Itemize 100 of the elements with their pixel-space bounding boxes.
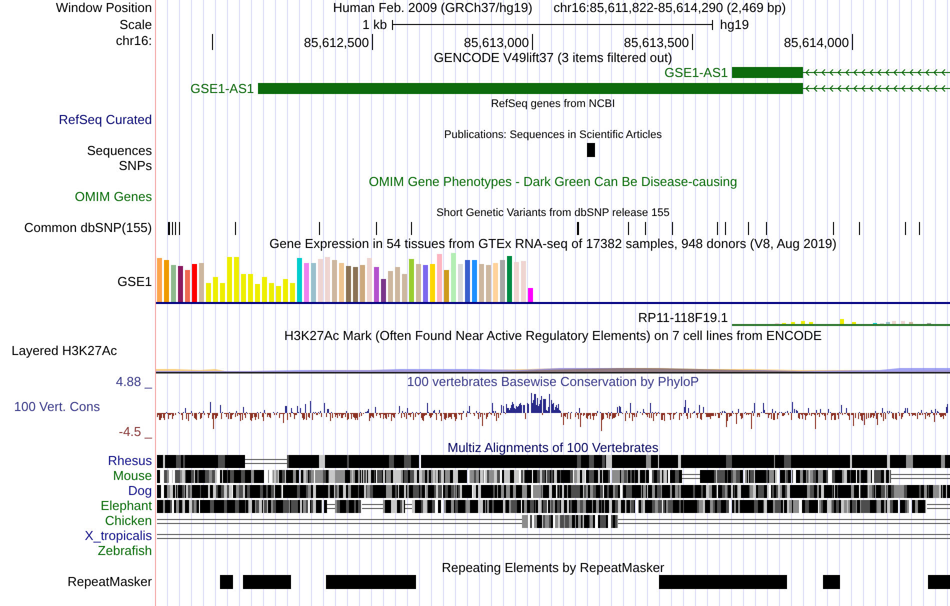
snp-mark[interactable]	[672, 222, 673, 235]
expression-bar[interactable]	[479, 264, 484, 302]
expression-bar[interactable]	[318, 259, 323, 302]
snp-mark[interactable]	[319, 222, 320, 235]
snp-mark[interactable]	[179, 222, 180, 235]
gene-feature[interactable]	[258, 83, 950, 94]
track-label[interactable]: RepeatMasker	[67, 574, 152, 589]
expression-bar[interactable]	[192, 264, 197, 302]
expression-bar[interactable]	[486, 265, 491, 302]
expression-bar[interactable]	[444, 270, 449, 302]
track-label[interactable]: Dog	[128, 483, 152, 498]
track-label[interactable]: 4.88 _	[116, 374, 152, 389]
expression-bar[interactable]	[185, 270, 190, 302]
expression-bar[interactable]	[269, 283, 274, 302]
track-label[interactable]: Rhesus	[108, 453, 152, 468]
expression-bar[interactable]	[164, 260, 169, 302]
snp-mark[interactable]	[833, 222, 834, 235]
snp-mark[interactable]	[645, 222, 646, 235]
snp-mark[interactable]	[168, 222, 170, 235]
snp-mark[interactable]	[725, 222, 726, 235]
track-label[interactable]: Zebrafish	[98, 543, 152, 558]
track-label[interactable]: Sequences	[86, 143, 152, 158]
expression-bar[interactable]	[227, 257, 232, 302]
expression-bar[interactable]	[304, 263, 309, 302]
track-label[interactable]: Mouse	[112, 468, 152, 483]
snp-mark[interactable]	[859, 222, 860, 235]
snp-mark[interactable]	[577, 222, 579, 235]
publication-match-block[interactable]	[587, 143, 595, 157]
track-label[interactable]: Common dbSNP(155)	[24, 220, 152, 235]
expression-bar[interactable]	[290, 283, 295, 302]
expression-bar[interactable]	[521, 261, 526, 302]
expression-bar[interactable]	[360, 265, 365, 302]
repeat-block[interactable]	[928, 575, 950, 589]
expression-bar[interactable]	[472, 260, 477, 302]
repeat-block[interactable]	[220, 575, 233, 589]
expression-bar[interactable]	[325, 257, 330, 302]
expression-bar[interactable]	[346, 266, 351, 302]
expression-bar[interactable]	[374, 267, 379, 302]
snp-mark[interactable]	[717, 222, 718, 235]
track-label[interactable]: GSE1	[117, 274, 152, 289]
repeat-block[interactable]	[326, 575, 416, 589]
gene-label[interactable]: GSE1-AS1	[664, 65, 728, 80]
expression-bar[interactable]	[332, 260, 337, 302]
expression-bar[interactable]	[395, 267, 400, 302]
expression-bar[interactable]	[276, 286, 281, 302]
expression-bar[interactable]	[234, 257, 239, 302]
snp-mark[interactable]	[172, 222, 173, 235]
snp-mark[interactable]	[628, 222, 629, 235]
gene-label[interactable]: RP11-118F19.1	[638, 310, 728, 325]
expression-bar[interactable]	[339, 263, 344, 302]
expression-bar[interactable]	[353, 267, 358, 302]
expression-bar[interactable]	[430, 264, 435, 302]
expression-bar[interactable]	[171, 265, 176, 302]
expression-bar[interactable]	[255, 284, 260, 302]
track-label[interactable]: RefSeq Curated	[58, 112, 152, 127]
gene-feature[interactable]	[732, 67, 950, 78]
expression-bar[interactable]	[409, 259, 414, 302]
expression-bar[interactable]	[423, 265, 428, 302]
snp-mark[interactable]	[905, 222, 906, 235]
expression-bar[interactable]	[402, 274, 407, 302]
track-label[interactable]: 100 Vert. Cons	[14, 399, 100, 414]
expression-bar[interactable]	[381, 279, 386, 302]
expression-bar[interactable]	[528, 288, 533, 302]
snp-mark[interactable]	[411, 222, 412, 235]
expression-bar[interactable]	[507, 256, 512, 302]
repeat-block[interactable]	[659, 575, 787, 589]
expression-bar[interactable]	[458, 264, 463, 302]
expression-bar[interactable]	[311, 263, 316, 302]
track-label[interactable]: Elephant	[100, 498, 152, 513]
snp-mark[interactable]	[235, 222, 236, 235]
expression-bar[interactable]	[157, 258, 162, 302]
track-label[interactable]: OMIM Genes	[74, 189, 152, 204]
track-label[interactable]: X_tropicalis	[84, 528, 152, 543]
expression-bar[interactable]	[220, 283, 225, 302]
expression-bar[interactable]	[178, 266, 183, 302]
expression-bar[interactable]	[514, 262, 519, 302]
gene-label[interactable]: GSE1-AS1	[190, 81, 254, 96]
repeat-block[interactable]	[243, 575, 291, 589]
expression-bar[interactable]	[367, 258, 372, 302]
expression-bar[interactable]	[206, 283, 211, 302]
expression-bar[interactable]	[297, 258, 302, 302]
expression-bar[interactable]	[283, 279, 288, 302]
expression-bar[interactable]	[241, 274, 246, 302]
snp-mark[interactable]	[748, 222, 749, 235]
track-label[interactable]: Chicken	[105, 513, 152, 528]
repeat-block[interactable]	[823, 575, 840, 589]
expression-bar[interactable]	[213, 277, 218, 302]
track-label[interactable]: Layered H3K27Ac	[11, 343, 117, 358]
expression-bar[interactable]	[416, 264, 421, 302]
snp-mark[interactable]	[376, 222, 377, 235]
expression-bar[interactable]	[248, 274, 253, 302]
expression-bar[interactable]	[451, 253, 456, 302]
snp-mark[interactable]	[175, 222, 176, 235]
expression-bar[interactable]	[465, 260, 470, 302]
expression-bar[interactable]	[493, 263, 498, 302]
expression-bar[interactable]	[437, 254, 442, 302]
track-label[interactable]: SNPs	[118, 158, 152, 173]
snp-mark[interactable]	[919, 222, 920, 235]
track-label[interactable]: -4.5 _	[118, 424, 152, 439]
expression-bar[interactable]	[262, 277, 267, 302]
